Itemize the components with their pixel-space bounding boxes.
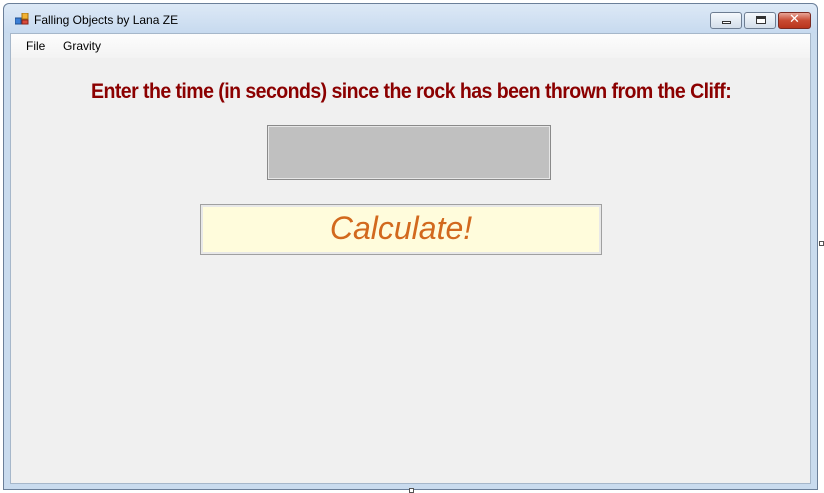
app-window: Falling Objects by Lana ZE ✕ File Gravit… bbox=[3, 3, 818, 490]
menu-bar: File Gravity bbox=[11, 34, 810, 58]
close-icon: ✕ bbox=[789, 12, 800, 27]
app-icon bbox=[15, 13, 29, 25]
close-button[interactable]: ✕ bbox=[778, 12, 811, 29]
form-client-area: File Gravity Enter the time (in seconds)… bbox=[10, 33, 811, 484]
title-bar[interactable]: Falling Objects by Lana ZE ✕ bbox=[4, 4, 817, 33]
window-title: Falling Objects by Lana ZE bbox=[34, 13, 179, 27]
menu-file[interactable]: File bbox=[26, 39, 45, 53]
time-input[interactable] bbox=[267, 125, 551, 180]
resize-handle-right[interactable] bbox=[819, 241, 824, 246]
time-prompt-label: Enter the time (in seconds) since the ro… bbox=[91, 80, 732, 103]
minimize-icon bbox=[722, 21, 731, 24]
minimize-button[interactable] bbox=[710, 12, 742, 29]
menu-gravity[interactable]: Gravity bbox=[63, 39, 101, 53]
maximize-button[interactable] bbox=[744, 12, 776, 29]
maximize-icon bbox=[756, 16, 766, 24]
calculate-button[interactable]: Calculate! bbox=[200, 204, 602, 255]
resize-handle-bottom[interactable] bbox=[409, 488, 414, 493]
